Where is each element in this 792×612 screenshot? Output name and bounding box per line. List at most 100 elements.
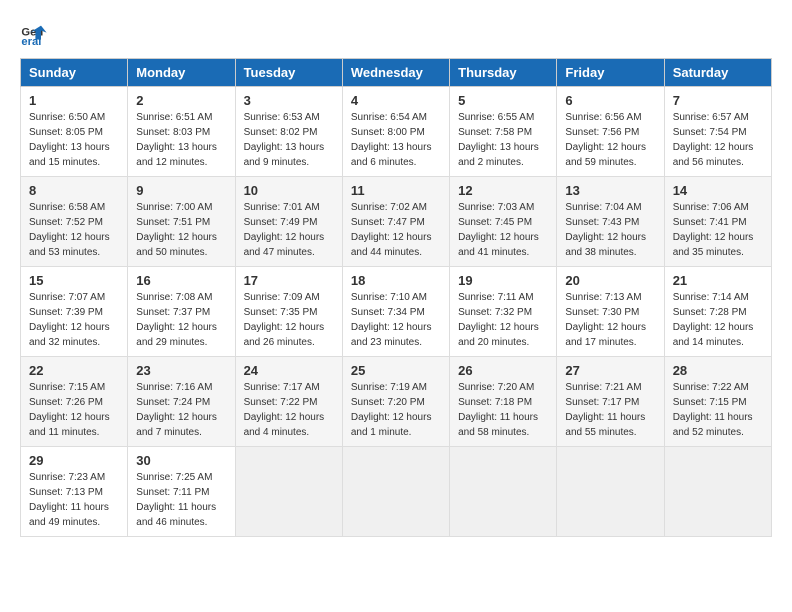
day-number: 4 xyxy=(351,93,441,108)
calendar-cell: 15 Sunrise: 7:07 AMSunset: 7:39 PMDayligh… xyxy=(21,267,128,357)
calendar-cell: 25 Sunrise: 7:19 AMSunset: 7:20 PMDayligh… xyxy=(342,357,449,447)
calendar-cell: 30 Sunrise: 7:25 AMSunset: 7:11 PMDayligh… xyxy=(128,447,235,537)
header-tuesday: Tuesday xyxy=(235,59,342,87)
day-number: 9 xyxy=(136,183,226,198)
day-info: Sunrise: 7:02 AMSunset: 7:47 PMDaylight:… xyxy=(351,200,441,260)
logo-icon: Gen eral xyxy=(20,20,48,48)
day-number: 22 xyxy=(29,363,119,378)
calendar-cell: 2 Sunrise: 6:51 AMSunset: 8:03 PMDaylight… xyxy=(128,87,235,177)
calendar-cell: 12 Sunrise: 7:03 AMSunset: 7:45 PMDayligh… xyxy=(450,177,557,267)
day-info: Sunrise: 6:58 AMSunset: 7:52 PMDaylight:… xyxy=(29,200,119,260)
header-sunday: Sunday xyxy=(21,59,128,87)
day-info: Sunrise: 7:19 AMSunset: 7:20 PMDaylight:… xyxy=(351,380,441,440)
day-info: Sunrise: 7:14 AMSunset: 7:28 PMDaylight:… xyxy=(673,290,763,350)
day-info: Sunrise: 7:15 AMSunset: 7:26 PMDaylight:… xyxy=(29,380,119,440)
calendar-cell: 16 Sunrise: 7:08 AMSunset: 7:37 PMDayligh… xyxy=(128,267,235,357)
day-info: Sunrise: 7:03 AMSunset: 7:45 PMDaylight:… xyxy=(458,200,548,260)
calendar-cell: 5Sunrise: 6:55 AMSunset: 7:58 PMDaylight… xyxy=(450,87,557,177)
calendar-cell: 11 Sunrise: 7:02 AMSunset: 7:47 PMDayligh… xyxy=(342,177,449,267)
day-number: 12 xyxy=(458,183,548,198)
day-number: 20 xyxy=(565,273,655,288)
day-number: 3 xyxy=(244,93,334,108)
calendar-week-3: 15 Sunrise: 7:07 AMSunset: 7:39 PMDayligh… xyxy=(21,267,772,357)
day-info: Sunrise: 6:54 AMSunset: 8:00 PMDaylight:… xyxy=(351,110,441,170)
day-number: 8 xyxy=(29,183,119,198)
day-number: 29 xyxy=(29,453,119,468)
day-number: 18 xyxy=(351,273,441,288)
header-friday: Friday xyxy=(557,59,664,87)
day-number: 13 xyxy=(565,183,655,198)
calendar-cell: 29Sunrise: 7:23 AMSunset: 7:13 PMDayligh… xyxy=(21,447,128,537)
day-number: 26 xyxy=(458,363,548,378)
day-number: 1 xyxy=(29,93,119,108)
calendar-cell xyxy=(664,447,771,537)
day-info: Sunrise: 7:07 AMSunset: 7:39 PMDaylight:… xyxy=(29,290,119,350)
day-info: Sunrise: 7:01 AMSunset: 7:49 PMDaylight:… xyxy=(244,200,334,260)
day-number: 15 xyxy=(29,273,119,288)
calendar-cell: 14 Sunrise: 7:06 AMSunset: 7:41 PMDayligh… xyxy=(664,177,771,267)
header-monday: Monday xyxy=(128,59,235,87)
day-info: Sunrise: 7:06 AMSunset: 7:41 PMDaylight:… xyxy=(673,200,763,260)
day-number: 7 xyxy=(673,93,763,108)
day-number: 27 xyxy=(565,363,655,378)
day-info: Sunrise: 7:08 AMSunset: 7:37 PMDaylight:… xyxy=(136,290,226,350)
calendar-cell: 1 Sunrise: 6:50 AMSunset: 8:05 PMDaylight… xyxy=(21,87,128,177)
header-thursday: Thursday xyxy=(450,59,557,87)
day-info: Sunrise: 7:13 AMSunset: 7:30 PMDaylight:… xyxy=(565,290,655,350)
calendar-cell: 28 Sunrise: 7:22 AMSunset: 7:15 PMDayligh… xyxy=(664,357,771,447)
day-info: Sunrise: 7:09 AMSunset: 7:35 PMDaylight:… xyxy=(244,290,334,350)
day-info: Sunrise: 7:21 AMSunset: 7:17 PMDaylight:… xyxy=(565,380,655,440)
calendar-cell: 24 Sunrise: 7:17 AMSunset: 7:22 PMDayligh… xyxy=(235,357,342,447)
header-wednesday: Wednesday xyxy=(342,59,449,87)
day-info: Sunrise: 7:22 AMSunset: 7:15 PMDaylight:… xyxy=(673,380,763,440)
day-info: Sunrise: 6:56 AMSunset: 7:56 PMDaylight:… xyxy=(565,110,655,170)
calendar-cell: 4 Sunrise: 6:54 AMSunset: 8:00 PMDaylight… xyxy=(342,87,449,177)
calendar-cell xyxy=(342,447,449,537)
calendar-cell: 7 Sunrise: 6:57 AMSunset: 7:54 PMDaylight… xyxy=(664,87,771,177)
day-info: Sunrise: 6:50 AMSunset: 8:05 PMDaylight:… xyxy=(29,110,119,170)
header-row: SundayMondayTuesdayWednesdayThursdayFrid… xyxy=(21,59,772,87)
day-info: Sunrise: 7:10 AMSunset: 7:34 PMDaylight:… xyxy=(351,290,441,350)
page-header: Gen eral xyxy=(20,20,772,48)
calendar-table: SundayMondayTuesdayWednesdayThursdayFrid… xyxy=(20,58,772,537)
day-info: Sunrise: 7:16 AMSunset: 7:24 PMDaylight:… xyxy=(136,380,226,440)
day-info: Sunrise: 7:20 AMSunset: 7:18 PMDaylight:… xyxy=(458,380,548,440)
day-number: 24 xyxy=(244,363,334,378)
calendar-cell xyxy=(235,447,342,537)
calendar-cell: 27 Sunrise: 7:21 AMSunset: 7:17 PMDayligh… xyxy=(557,357,664,447)
day-number: 28 xyxy=(673,363,763,378)
day-number: 25 xyxy=(351,363,441,378)
day-number: 23 xyxy=(136,363,226,378)
day-number: 30 xyxy=(136,453,226,468)
header-saturday: Saturday xyxy=(664,59,771,87)
day-info: Sunrise: 7:25 AMSunset: 7:11 PMDaylight:… xyxy=(136,470,226,530)
day-info: Sunrise: 6:53 AMSunset: 8:02 PMDaylight:… xyxy=(244,110,334,170)
calendar-week-1: 1 Sunrise: 6:50 AMSunset: 8:05 PMDaylight… xyxy=(21,87,772,177)
day-number: 5 xyxy=(458,93,548,108)
calendar-cell: 21Sunrise: 7:14 AMSunset: 7:28 PMDayligh… xyxy=(664,267,771,357)
calendar-cell: 23 Sunrise: 7:16 AMSunset: 7:24 PMDayligh… xyxy=(128,357,235,447)
logo: Gen eral xyxy=(20,20,52,48)
calendar-cell: 20 Sunrise: 7:13 AMSunset: 7:30 PMDayligh… xyxy=(557,267,664,357)
calendar-cell: 13Sunrise: 7:04 AMSunset: 7:43 PMDayligh… xyxy=(557,177,664,267)
calendar-cell: 22 Sunrise: 7:15 AMSunset: 7:26 PMDayligh… xyxy=(21,357,128,447)
calendar-week-2: 8 Sunrise: 6:58 AMSunset: 7:52 PMDaylight… xyxy=(21,177,772,267)
day-number: 19 xyxy=(458,273,548,288)
day-info: Sunrise: 7:11 AMSunset: 7:32 PMDaylight:… xyxy=(458,290,548,350)
day-number: 17 xyxy=(244,273,334,288)
day-number: 11 xyxy=(351,183,441,198)
day-info: Sunrise: 7:17 AMSunset: 7:22 PMDaylight:… xyxy=(244,380,334,440)
calendar-week-5: 29Sunrise: 7:23 AMSunset: 7:13 PMDayligh… xyxy=(21,447,772,537)
day-number: 16 xyxy=(136,273,226,288)
day-number: 14 xyxy=(673,183,763,198)
calendar-week-4: 22 Sunrise: 7:15 AMSunset: 7:26 PMDayligh… xyxy=(21,357,772,447)
calendar-cell: 26 Sunrise: 7:20 AMSunset: 7:18 PMDayligh… xyxy=(450,357,557,447)
day-info: Sunrise: 6:51 AMSunset: 8:03 PMDaylight:… xyxy=(136,110,226,170)
day-info: Sunrise: 6:57 AMSunset: 7:54 PMDaylight:… xyxy=(673,110,763,170)
day-number: 2 xyxy=(136,93,226,108)
day-number: 6 xyxy=(565,93,655,108)
calendar-cell: 3 Sunrise: 6:53 AMSunset: 8:02 PMDaylight… xyxy=(235,87,342,177)
calendar-cell: 6 Sunrise: 6:56 AMSunset: 7:56 PMDaylight… xyxy=(557,87,664,177)
day-number: 10 xyxy=(244,183,334,198)
calendar-cell: 17 Sunrise: 7:09 AMSunset: 7:35 PMDayligh… xyxy=(235,267,342,357)
